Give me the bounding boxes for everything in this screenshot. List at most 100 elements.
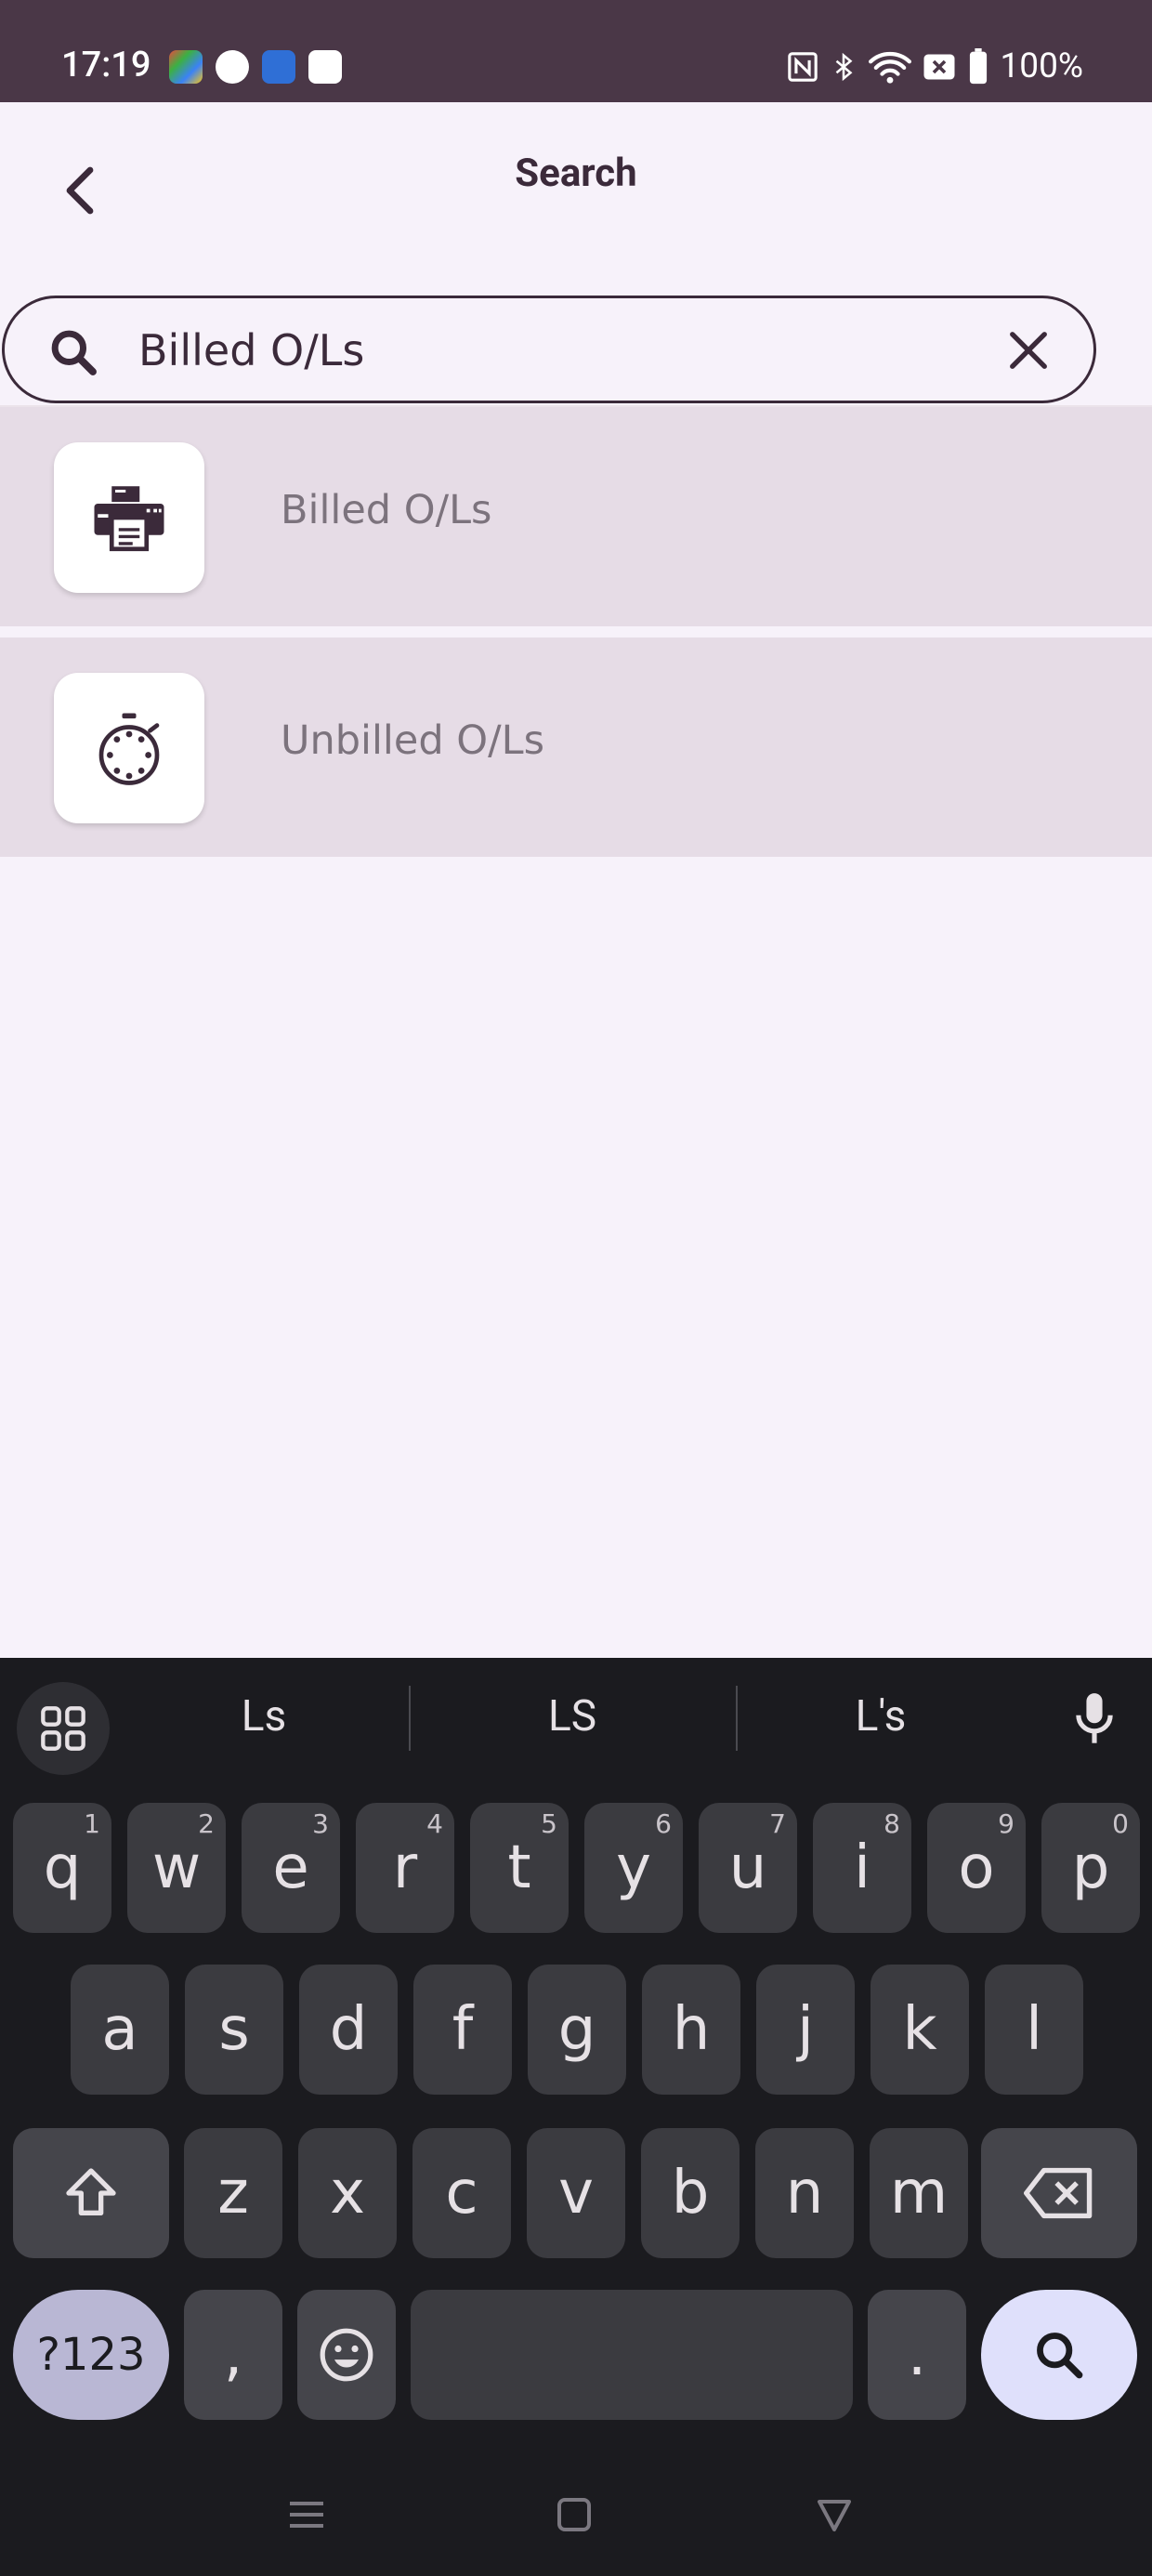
key-number-hint: 3 xyxy=(312,1808,329,1839)
printer-icon xyxy=(54,442,204,593)
period-key[interactable]: . xyxy=(868,2290,966,2420)
key-p[interactable]: p0 xyxy=(1041,1803,1140,1933)
search-input[interactable] xyxy=(138,321,937,380)
key-w[interactable]: w2 xyxy=(127,1803,226,1933)
result-label: Unbilled O/Ls xyxy=(281,717,544,764)
key-number-hint: 8 xyxy=(884,1808,900,1839)
key-r[interactable]: r4 xyxy=(356,1803,454,1933)
key-d[interactable]: d xyxy=(299,1965,398,2095)
key-h[interactable]: h xyxy=(642,1965,740,2095)
nfc-icon xyxy=(787,51,818,82)
key-number-hint: 7 xyxy=(769,1808,786,1839)
key-z[interactable]: z xyxy=(184,2128,282,2258)
key-number-hint: 1 xyxy=(84,1808,100,1839)
result-item-billed[interactable]: Billed O/Ls xyxy=(0,407,1152,626)
no-sim-icon xyxy=(923,54,955,79)
home-icon[interactable] xyxy=(556,2496,593,2533)
key-letter: o xyxy=(958,1833,995,1902)
key-letter: e xyxy=(272,1833,309,1902)
microphone-icon xyxy=(1076,1693,1113,1743)
grid-icon xyxy=(41,1706,85,1751)
key-v[interactable]: v xyxy=(527,2128,625,2258)
key-letter: t xyxy=(507,1833,531,1902)
key-number-hint: 0 xyxy=(1112,1808,1129,1839)
key-letter: u xyxy=(728,1833,767,1902)
key-n[interactable]: n xyxy=(755,2128,854,2258)
divider xyxy=(736,1686,738,1751)
key-f[interactable]: f xyxy=(413,1965,512,2095)
key-e[interactable]: e3 xyxy=(242,1803,340,1933)
app-header: Search xyxy=(0,102,1152,288)
keyboard-suggestion-bar: Ls LS L's xyxy=(0,1658,1152,1779)
key-x[interactable]: x xyxy=(298,2128,397,2258)
page-title: Search xyxy=(515,151,637,196)
navigation-bar xyxy=(0,2463,1152,2576)
voice-input-button[interactable] xyxy=(1074,1691,1115,1751)
key-letter: y xyxy=(616,1833,651,1902)
key-letter: r xyxy=(392,1833,418,1902)
status-time: 17:19 xyxy=(61,45,151,85)
key-letter: p xyxy=(1071,1833,1110,1902)
key-c[interactable]: c xyxy=(412,2128,511,2258)
emoji-key[interactable] xyxy=(297,2290,396,2420)
key-number-hint: 2 xyxy=(198,1808,215,1839)
space-key[interactable] xyxy=(411,2290,853,2420)
key-q[interactable]: q1 xyxy=(13,1803,111,1933)
key-g[interactable]: g xyxy=(528,1965,626,2095)
search-action-key[interactable] xyxy=(981,2290,1137,2420)
divider xyxy=(409,1686,411,1751)
suggestion-1[interactable]: Ls xyxy=(171,1691,357,1741)
key-l[interactable]: l xyxy=(985,1965,1083,2095)
menu-icon[interactable] xyxy=(288,2496,325,2533)
key-m[interactable]: m xyxy=(870,2128,968,2258)
app-notification-icon xyxy=(262,50,295,84)
shift-icon xyxy=(66,2168,116,2215)
symbols-key[interactable]: ?123 xyxy=(13,2290,169,2420)
stopwatch-icon xyxy=(54,673,204,823)
system-icons: 100% xyxy=(787,46,1083,86)
emoji-icon xyxy=(320,2328,373,2382)
app-notification-icon xyxy=(169,50,203,84)
close-icon xyxy=(1010,332,1047,369)
result-label: Billed O/Ls xyxy=(281,487,492,533)
back-triangle-icon[interactable] xyxy=(816,2496,853,2533)
backspace-key[interactable] xyxy=(981,2128,1137,2258)
soft-keyboard: Ls LS L's q1w2e3r4t5y6u7i8o9p0 asdfghjkl… xyxy=(0,1658,1152,2576)
suggestion-3[interactable]: L's xyxy=(788,1691,974,1741)
key-u[interactable]: u7 xyxy=(699,1803,797,1933)
backspace-icon xyxy=(1024,2167,1093,2219)
search-bar[interactable] xyxy=(2,296,1096,403)
key-y[interactable]: y6 xyxy=(584,1803,683,1933)
key-number-hint: 5 xyxy=(541,1808,557,1839)
notification-icons xyxy=(169,50,342,84)
wifi-icon xyxy=(868,51,911,84)
clear-search-button[interactable] xyxy=(1001,322,1056,378)
key-i[interactable]: i8 xyxy=(813,1803,911,1933)
suggestion-2[interactable]: LS xyxy=(479,1691,665,1741)
battery-icon xyxy=(969,47,987,84)
key-letter: w xyxy=(151,1833,202,1902)
result-item-unbilled[interactable]: Unbilled O/Ls xyxy=(0,637,1152,857)
battery-percent: 100% xyxy=(1000,46,1083,86)
search-icon xyxy=(47,326,99,382)
key-s[interactable]: s xyxy=(185,1965,283,2095)
status-bar: 17:19 100% xyxy=(0,0,1152,102)
key-k[interactable]: k xyxy=(871,1965,969,2095)
search-icon xyxy=(1037,2333,1083,2379)
key-letter: q xyxy=(43,1833,82,1902)
key-number-hint: 9 xyxy=(998,1808,1015,1839)
bluetooth-icon xyxy=(835,52,852,81)
app-notification-icon xyxy=(308,50,342,84)
key-number-hint: 6 xyxy=(655,1808,672,1839)
shift-key[interactable] xyxy=(13,2128,169,2258)
key-o[interactable]: o9 xyxy=(927,1803,1026,1933)
key-number-hint: 4 xyxy=(426,1808,443,1839)
keyboard-menu-button[interactable] xyxy=(17,1682,110,1775)
key-a[interactable]: a xyxy=(71,1965,169,2095)
comma-key[interactable]: , xyxy=(184,2290,282,2420)
key-letter: i xyxy=(854,1833,871,1902)
key-t[interactable]: t5 xyxy=(470,1803,569,1933)
key-b[interactable]: b xyxy=(641,2128,740,2258)
key-j[interactable]: j xyxy=(756,1965,855,2095)
app-notification-icon xyxy=(216,50,249,84)
